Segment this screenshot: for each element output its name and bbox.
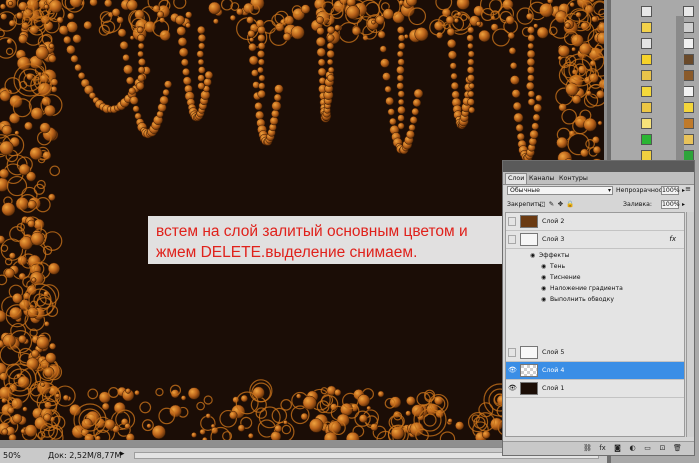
tab-channels[interactable]: Каналы <box>527 174 556 184</box>
fill-field[interactable]: 100% <box>661 200 680 209</box>
effect-item[interactable]: ◉ Выполнить обводку <box>506 294 684 305</box>
link-layers-icon[interactable]: ⛓ <box>583 444 592 453</box>
new-group-icon[interactable]: ▭ <box>643 444 652 453</box>
effects-header[interactable]: ◉ Эффекты <box>506 250 684 261</box>
layer-row[interactable]: Слой 3 fx <box>506 231 684 249</box>
zoom-level[interactable]: 50% <box>3 451 21 460</box>
lock-image-icon[interactable]: ✎ <box>548 201 555 208</box>
layer-name: Слой 5 <box>542 349 565 356</box>
fill-label: Заливка: <box>623 201 652 208</box>
fx-icon[interactable]: fx <box>669 235 676 243</box>
panel-icon-a[interactable] <box>641 86 652 97</box>
panel-icon-d[interactable] <box>641 134 652 145</box>
layer-thumbnail <box>520 364 538 377</box>
visibility-toggle[interactable] <box>508 348 516 357</box>
tab-layers[interactable]: Слои <box>505 173 528 184</box>
panel-tabs: Слои Каналы Контуры ≡ <box>503 172 694 193</box>
panel-icon-adjustments[interactable] <box>641 54 652 65</box>
opacity-field[interactable]: 100% <box>661 186 680 195</box>
eye-icon[interactable]: ◉ <box>541 263 546 270</box>
eye-icon[interactable]: ◉ <box>541 274 546 281</box>
effect-item[interactable]: ◉ Наложение градиента <box>506 283 684 294</box>
layer-list: Слой 2 Слой 3 fx ◉ Эффекты ◉ Тень ◉ Тисн… <box>505 212 685 437</box>
layer-thumbnail <box>520 215 538 228</box>
layer-row[interactable]: Слой 5 <box>506 344 684 362</box>
panel-icon-column <box>641 6 655 166</box>
eye-icon[interactable]: ◉ <box>530 252 535 259</box>
panel-icon-masks[interactable] <box>641 70 652 81</box>
new-layer-icon[interactable]: ⊡ <box>658 444 667 453</box>
opacity-arrow-icon[interactable]: ▸ <box>682 187 685 194</box>
effect-name: Тень <box>550 263 566 270</box>
instruction-callout: встем на слой залитый основным цветом и … <box>148 216 504 264</box>
eye-icon[interactable]: ◉ <box>541 296 546 303</box>
layer-name: Слой 1 <box>542 385 565 392</box>
effect-item[interactable]: ◉ Тень <box>506 261 684 272</box>
style-swatch[interactable] <box>683 86 694 97</box>
effect-item[interactable]: ◉ Тиснение <box>506 272 684 283</box>
lock-all-icon[interactable]: 🔒 <box>566 201 574 208</box>
callout-line-2: жмем DELETE.выделение снимаем. <box>156 244 418 261</box>
blend-mode-select[interactable]: Обычные ▾ <box>507 186 613 195</box>
fill-arrow-icon[interactable]: ▸ <box>682 201 685 208</box>
eye-icon[interactable]: 👁 <box>508 367 517 374</box>
tab-paths[interactable]: Контуры <box>557 174 590 184</box>
panel-icon-color[interactable] <box>641 6 652 17</box>
layers-scrollbar[interactable] <box>686 212 694 437</box>
style-swatch[interactable] <box>683 118 694 129</box>
layer-row[interactable]: 👁 Слой 1 <box>506 380 684 398</box>
layer-name: Слой 3 <box>542 236 565 243</box>
effects-label: Эффекты <box>539 252 570 259</box>
eye-icon[interactable]: ◉ <box>541 285 546 292</box>
style-swatch[interactable] <box>683 70 694 81</box>
chevron-down-icon: ▾ <box>607 187 611 194</box>
visibility-toggle[interactable] <box>508 235 516 244</box>
lock-transparent-icon[interactable]: □ <box>539 201 546 208</box>
lock-position-icon[interactable]: ✥ <box>557 201 564 208</box>
effect-name: Выполнить обводку <box>550 296 614 303</box>
panel-icon-swatches[interactable] <box>641 22 652 33</box>
style-swatch[interactable] <box>683 22 694 33</box>
effect-name: Тиснение <box>550 274 581 281</box>
status-menu-arrow-icon[interactable]: ▸ <box>120 449 125 459</box>
layer-row[interactable]: Слой 2 <box>506 213 684 231</box>
visibility-toggle[interactable] <box>508 217 516 226</box>
layer-thumbnail <box>520 346 538 359</box>
trash-icon[interactable]: 🗑 <box>673 444 682 453</box>
layers-panel: Слои Каналы Контуры ≡ Обычные ▾ Непрозра… <box>502 160 695 456</box>
panel-icon-c[interactable] <box>641 118 652 129</box>
layer-name: Слой 4 <box>542 367 565 374</box>
effect-name: Наложение градиента <box>550 285 623 292</box>
callout-line-1: встем на слой залитый основным цветом и <box>156 223 468 240</box>
lock-row: Закрепить: □ ✎ ✥ 🔒 Заливка: 100% ▸ <box>503 199 694 211</box>
panel-footer: ⛓ fx ◙ ◐ ▭ ⊡ 🗑 <box>503 441 694 455</box>
style-swatch[interactable] <box>683 54 694 65</box>
style-swatch[interactable] <box>683 6 694 17</box>
layer-thumbnail <box>520 233 538 246</box>
add-mask-icon[interactable]: ◙ <box>613 444 622 453</box>
panel-icon-b[interactable] <box>641 102 652 113</box>
panel-icon-styles[interactable] <box>641 38 652 49</box>
fx-add-icon[interactable]: fx <box>598 444 607 453</box>
layer-name: Слой 2 <box>542 218 565 225</box>
layer-thumbnail <box>520 382 538 395</box>
document-size: Док: 2,52M/8,77M <box>48 451 122 460</box>
style-swatch[interactable] <box>683 38 694 49</box>
blend-row: Обычные ▾ Непрозрачность: 100% ▸ <box>503 185 694 197</box>
adjustment-layer-icon[interactable]: ◐ <box>628 444 637 453</box>
eye-icon[interactable]: 👁 <box>508 385 517 392</box>
style-swatch[interactable] <box>683 134 694 145</box>
layer-row-selected[interactable]: 👁 Слой 4 <box>506 362 684 380</box>
style-swatch[interactable] <box>683 102 694 113</box>
blend-mode-value: Обычные <box>510 187 540 194</box>
